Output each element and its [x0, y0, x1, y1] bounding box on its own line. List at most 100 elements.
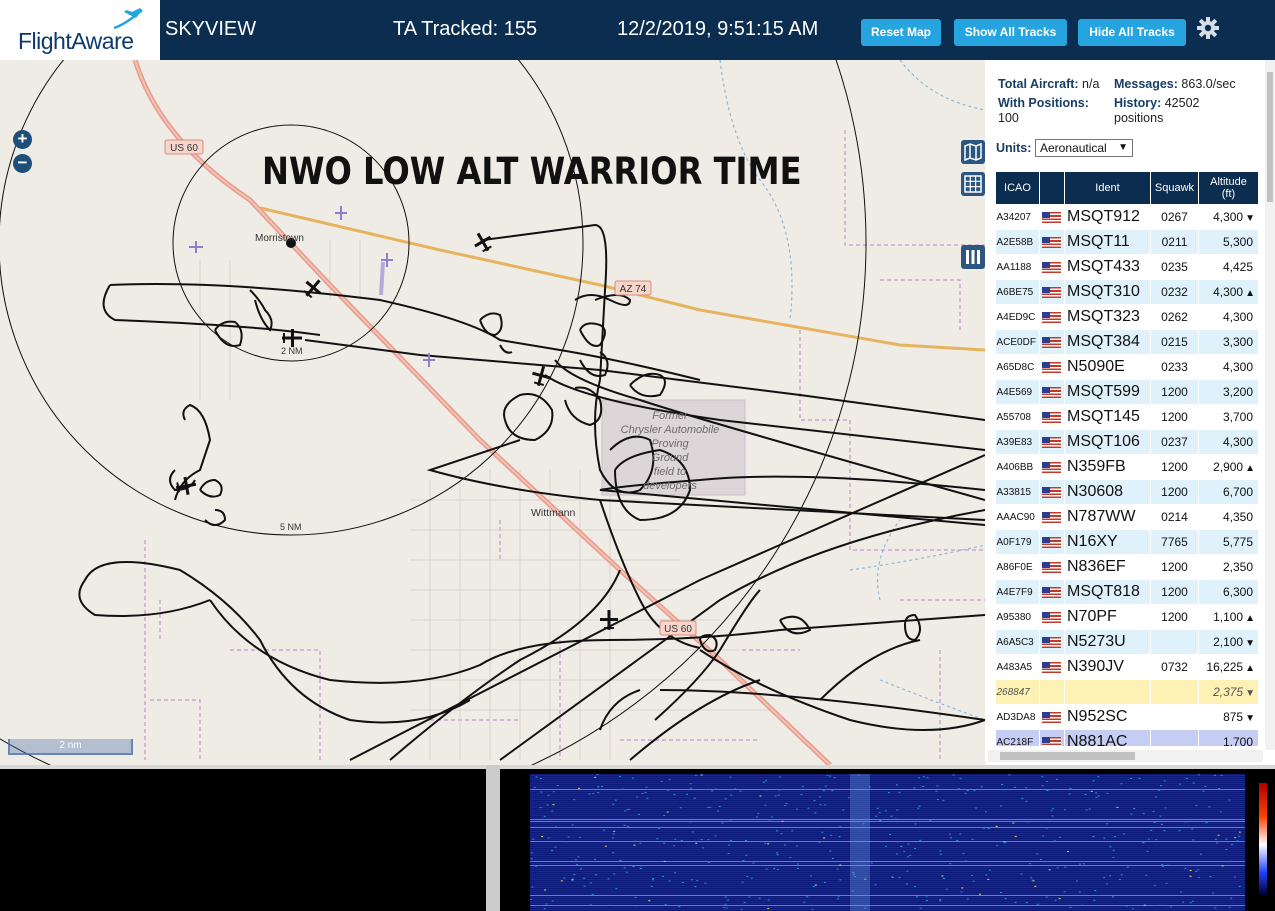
table-row[interactable]: AAAC90 N787WW 0214 4,350 [995, 504, 1259, 530]
panel-horizontal-scrollbar[interactable] [988, 750, 1263, 762]
squawk-cell: 0215 [1150, 329, 1199, 355]
us-flag-icon [1042, 461, 1061, 473]
area-label: field to [654, 466, 686, 478]
waterfall-spectrum [500, 769, 1275, 911]
table-row[interactable]: A4E7F9 MSQT818 1200 6,300 [995, 579, 1259, 605]
icao-cell: A65D8C [995, 354, 1040, 380]
icao-cell: A34207 [995, 204, 1040, 230]
table-row[interactable]: 268847 2,375 ▼ [995, 679, 1259, 705]
flightaware-logo[interactable]: FlightAware [0, 0, 160, 60]
altitude-cell: 4,300 [1198, 429, 1259, 455]
us-flag-icon [1042, 536, 1061, 548]
table-row[interactable]: A34207 MSQT912 0267 4,300 ▼ [995, 204, 1259, 230]
table-row[interactable]: A406BB N359FB 1200 2,900 ▲ [995, 454, 1259, 480]
us-flag-icon [1042, 336, 1061, 348]
us-flag-icon [1042, 311, 1061, 323]
icao-cell: A2E58B [995, 229, 1040, 255]
us-flag-icon [1042, 361, 1061, 373]
ident-cell: MSQT599 [1064, 379, 1151, 405]
altitude-trend-icon: ▲ [1245, 663, 1255, 674]
scrollbar-thumb[interactable] [1000, 752, 1135, 760]
gear-icon[interactable] [1196, 16, 1220, 40]
table-row[interactable]: A33815 N30608 1200 6,700 [995, 479, 1259, 505]
table-row[interactable]: A65D8C N5090E 0233 4,300 [995, 354, 1259, 380]
table-row[interactable]: A86F0E N836EF 1200 2,350 [995, 554, 1259, 580]
app-title: SKYVIEW [165, 18, 257, 40]
us-flag-icon [1042, 711, 1061, 723]
icao-cell: A6A5C3 [995, 629, 1040, 655]
us-flag-icon [1042, 286, 1061, 298]
col-flag[interactable] [1039, 171, 1065, 205]
reset-map-button[interactable]: Reset Map [861, 19, 941, 46]
chevron-down-icon: ▼ [1118, 142, 1128, 153]
table-row[interactable]: ACE0DF MSQT384 0215 3,300 [995, 329, 1259, 355]
table-row[interactable]: AC218F N881AC 1,700 [995, 729, 1259, 746]
table-row[interactable]: A4E569 MSQT599 1200 3,200 [995, 379, 1259, 405]
flag-cell [1039, 654, 1065, 680]
col-icao[interactable]: ICAO [995, 171, 1040, 205]
table-row[interactable]: A483A5 N390JV 0732 16,225 ▲ [995, 654, 1259, 680]
table-row[interactable]: A6A5C3 N5273U 2,100 ▼ [995, 629, 1259, 655]
col-ident[interactable]: Ident [1064, 171, 1151, 205]
show-all-tracks-button[interactable]: Show All Tracks [954, 19, 1067, 46]
col-altitude[interactable]: Altitude (ft) [1198, 171, 1259, 205]
us-flag-icon [1042, 236, 1061, 248]
icao-cell: A4ED9C [995, 304, 1040, 330]
table-row[interactable]: AA1188 MSQT433 0235 4,425 [995, 254, 1259, 280]
us-flag-icon [1042, 736, 1061, 746]
icao-cell: AAAC90 [995, 504, 1040, 530]
altitude-cell: 3,200 [1198, 379, 1259, 405]
columns-icon[interactable] [961, 245, 985, 269]
icao-cell: AC218F [995, 729, 1040, 746]
place-wittmann: Wittmann [531, 507, 576, 519]
squawk-cell: 0235 [1150, 254, 1199, 280]
ident-cell: N30608 [1064, 479, 1151, 505]
aircraft-icon [532, 365, 551, 387]
flag-cell [1039, 579, 1065, 605]
flag-cell [1039, 279, 1065, 305]
table-row[interactable]: A39E83 MSQT106 0237 4,300 [995, 429, 1259, 455]
table-row[interactable]: A0F179 N16XY 7765 5,775 [995, 529, 1259, 555]
zoom-in-button[interactable]: + [13, 130, 32, 149]
grid-icon[interactable] [961, 172, 985, 196]
squawk-cell: 1200 [1150, 604, 1199, 630]
altitude-trend-icon: ▼ [1245, 213, 1255, 224]
icao-cell: A6BE75 [995, 279, 1040, 305]
ident-cell: MSQT11 [1064, 229, 1151, 255]
squawk-cell: 0267 [1150, 204, 1199, 230]
messages-stat: Messages: 863.0/sec [1114, 77, 1236, 91]
skyview-app: FlightAware SKYVIEW TA Tracked: 155 12/2… [0, 0, 1275, 911]
aircraft-icon [474, 232, 492, 253]
col-squawk[interactable]: Squawk [1150, 171, 1199, 205]
altitude-cell: 2,100 ▼ [1198, 629, 1259, 655]
logo-plane-icon [113, 8, 143, 30]
flag-cell [1039, 554, 1065, 580]
aircraft-table: ICAO Ident Squawk Altitude (ft) A34207 MSQ… [995, 171, 1260, 746]
table-row[interactable]: A55708 MSQT145 1200 3,700 [995, 404, 1259, 430]
map-view[interactable]: US 60 AZ 74 US 60 Morristown Wittmann 2 … [0, 60, 985, 765]
squawk-cell [1150, 729, 1199, 746]
table-row[interactable]: A4ED9C MSQT323 0262 4,300 [995, 304, 1259, 330]
flag-cell [1039, 479, 1065, 505]
panel-divider[interactable] [486, 765, 500, 911]
table-row[interactable]: A6BE75 MSQT310 0232 4,300 ▲ [995, 279, 1259, 305]
header-bar: FlightAware SKYVIEW TA Tracked: 155 12/2… [0, 0, 1275, 60]
altitude-cell: 4,300 ▼ [1198, 204, 1259, 230]
altitude-cell: 4,425 [1198, 254, 1259, 280]
altitude-trend-icon: ▼ [1245, 713, 1255, 724]
flag-cell [1039, 204, 1065, 230]
table-row[interactable]: AD3DA8 N952SC 875 ▼ [995, 704, 1259, 730]
us-flag-icon [1042, 436, 1061, 448]
panel-vertical-scrollbar[interactable] [1265, 60, 1275, 750]
map-layers-icon[interactable] [961, 140, 985, 164]
table-row[interactable]: A2E58B MSQT11 0211 5,300 [995, 229, 1259, 255]
table-row[interactable]: A95380 N70PF 1200 1,100 ▲ [995, 604, 1259, 630]
scrollbar-thumb[interactable] [1267, 72, 1273, 202]
zoom-out-button[interactable]: − [13, 154, 32, 173]
units-select[interactable]: Aeronautical ▼ [1035, 139, 1133, 157]
hide-all-tracks-button[interactable]: Hide All Tracks [1078, 19, 1186, 46]
flag-cell [1039, 229, 1065, 255]
icao-cell: A86F0E [995, 554, 1040, 580]
flag-cell [1039, 679, 1065, 705]
ident-cell: N952SC [1064, 704, 1151, 730]
